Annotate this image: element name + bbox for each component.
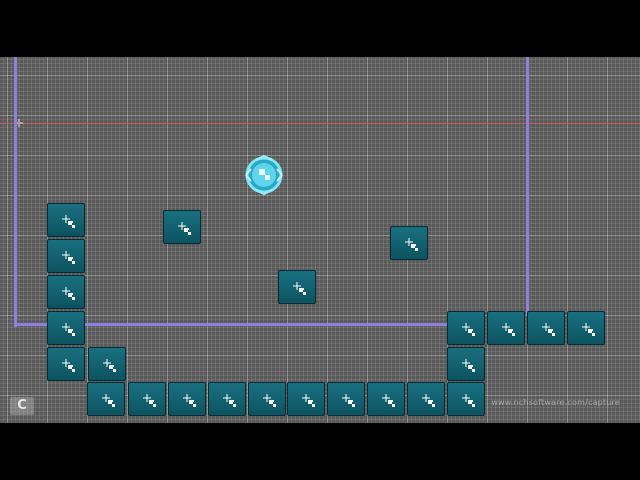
sprite-placeholder-icon [62,214,76,228]
solid-block[interactable] [407,382,445,416]
sprite-placeholder-icon [582,322,596,336]
sprite-placeholder-icon [62,322,76,336]
sprite-placeholder-icon [178,221,192,235]
solid-block[interactable] [327,382,365,416]
solid-block[interactable] [128,382,166,416]
solid-block[interactable] [47,275,85,309]
solid-block[interactable] [47,239,85,273]
sprite-placeholder-icon [223,393,237,407]
solid-block[interactable] [208,382,246,416]
solid-block[interactable] [487,311,525,345]
sprite-placeholder-icon [462,358,476,372]
solid-block[interactable] [278,270,316,304]
solid-block[interactable] [287,382,325,416]
solid-block[interactable] [390,226,428,260]
solid-block[interactable] [567,311,605,345]
solid-block[interactable] [447,382,485,416]
solid-block[interactable] [47,203,85,237]
sprite-placeholder-icon [183,393,197,407]
sprite-placeholder-icon [102,393,116,407]
player-sprite[interactable] [240,154,288,196]
solid-block[interactable] [168,382,206,416]
capture-watermark: www.nchsoftware.com/capture [491,398,620,407]
sprite-placeholder-icon [502,322,516,336]
sprite-placeholder-icon [405,237,419,251]
solid-block[interactable] [87,382,125,416]
sprite-placeholder-icon [62,286,76,300]
sprite-placeholder-icon [263,393,277,407]
sprite-placeholder-icon [293,281,307,295]
solid-block[interactable] [447,347,485,381]
solid-block[interactable] [367,382,405,416]
solid-block[interactable] [527,311,565,345]
sprite-placeholder-icon [422,393,436,407]
room-boundary-right [526,57,529,315]
sprite-placeholder-icon [103,358,117,372]
solid-block[interactable] [88,347,126,381]
sprite-placeholder-icon [302,393,316,407]
sprite-placeholder-icon [382,393,396,407]
solid-block[interactable] [47,347,85,381]
solid-block[interactable] [447,311,485,345]
sprite-placeholder-icon [62,250,76,264]
capture-logo: C [10,397,34,415]
sprite-placeholder-icon [462,393,476,407]
solid-block[interactable] [248,382,286,416]
player-sprite-icon [245,154,283,196]
horizontal-guide-line [0,123,640,124]
sprite-placeholder-icon [143,393,157,407]
sprite-placeholder-icon [542,322,556,336]
sprite-placeholder-icon [62,358,76,372]
solid-block[interactable] [163,210,201,244]
sprite-placeholder-icon [462,322,476,336]
room-boundary-left [14,57,17,327]
solid-block[interactable] [47,311,85,345]
level-editor-viewport[interactable]: ✛ C www.nchsoftware.com/capture [0,57,640,423]
sprite-placeholder-icon [342,393,356,407]
